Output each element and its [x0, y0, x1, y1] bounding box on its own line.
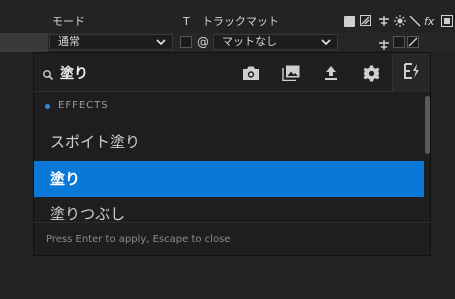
- footer-hint: Press Enter to apply, Escape to close: [46, 234, 231, 245]
- effects-search-panel: EFFECTS スポイト塗り 塗り 塗りつぶし Press Enter to a…: [33, 52, 431, 256]
- settings-button[interactable]: [359, 61, 383, 85]
- blend-mode-dropdown[interactable]: 通常: [49, 34, 173, 50]
- preserve-transparency-checkbox[interactable]: [180, 36, 192, 48]
- collapse-switch-icon[interactable]: [378, 15, 390, 31]
- result-item-selected[interactable]: 塗り: [34, 161, 424, 197]
- results-list: スポイト塗り 塗り 塗りつぶし: [34, 92, 424, 222]
- result-item[interactable]: スポイト塗り: [34, 124, 424, 160]
- layer-row-left-strip: [0, 33, 48, 52]
- t-column-header: T: [183, 15, 190, 28]
- camera-button[interactable]: [239, 61, 263, 85]
- quality-row-checkbox[interactable]: [393, 36, 405, 48]
- scrollbar-thumb[interactable]: [425, 96, 430, 154]
- quality-switch-icon[interactable]: [394, 15, 406, 31]
- panel-footer: Press Enter to apply, Escape to close: [34, 222, 430, 255]
- upload-icon: [323, 65, 339, 81]
- adjustment-layer-switch-icon[interactable]: [440, 15, 454, 31]
- gear-icon: [363, 65, 380, 82]
- image-icon: [282, 65, 300, 81]
- motion-blur-switch-icon[interactable]: [409, 15, 421, 31]
- trackmatte-column-header: トラックマット: [202, 15, 279, 28]
- effects-icon: [403, 62, 421, 83]
- search-input[interactable]: [60, 62, 250, 84]
- solo-switch-icon[interactable]: [344, 16, 355, 27]
- search-icon: [42, 66, 54, 81]
- search-bar: [34, 53, 430, 92]
- mode-column-header: モード: [52, 15, 85, 28]
- trackmatte-link-icon[interactable]: @: [197, 34, 209, 50]
- trackmatte-value: マットなし: [222, 35, 277, 48]
- shy-switch-icon[interactable]: [359, 15, 371, 30]
- results-scrollbar[interactable]: [425, 92, 430, 222]
- image-button[interactable]: [279, 61, 303, 85]
- motion-blur-row-icon[interactable]: [407, 36, 419, 48]
- effects-filter-button[interactable]: [392, 53, 430, 92]
- result-item[interactable]: 塗りつぶし: [34, 196, 424, 222]
- timeline-header: モード T トラックマット fx: [0, 0, 455, 33]
- upload-button[interactable]: [319, 61, 343, 85]
- blend-mode-value: 通常: [58, 35, 80, 48]
- fx-column-header: fx: [424, 15, 435, 28]
- camera-icon: [242, 65, 260, 81]
- trackmatte-dropdown[interactable]: マットなし: [213, 34, 338, 50]
